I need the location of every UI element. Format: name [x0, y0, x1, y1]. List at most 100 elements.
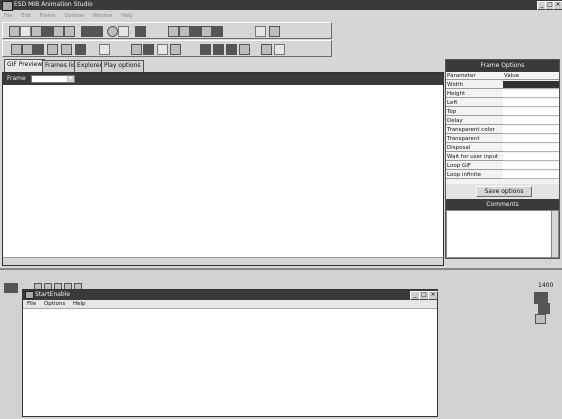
param-width[interactable]: Width [446, 81, 503, 89]
child-window-title: StartEnable [35, 291, 71, 298]
frame-options-title: Frame Options [446, 60, 559, 72]
settings-icon[interactable] [99, 44, 110, 55]
rotate-left-icon[interactable] [168, 26, 179, 37]
value-width[interactable] [503, 81, 559, 89]
first-frame-icon[interactable] [11, 44, 22, 55]
child-canvas[interactable] [23, 310, 437, 416]
align-right-icon[interactable] [226, 44, 237, 55]
palette-2-icon[interactable] [538, 303, 550, 314]
delete-icon[interactable] [135, 26, 146, 37]
frame-options-table: Parameter Value Width Height Left Top De… [446, 72, 559, 184]
frame-dropdown[interactable]: ▼ [31, 75, 75, 83]
param-wait-for-user-input[interactable]: Wait for user input [446, 153, 503, 161]
zoom-icon[interactable] [107, 26, 118, 37]
menu-window[interactable]: Window [93, 12, 113, 21]
help-icon[interactable] [118, 26, 129, 37]
menu-options[interactable]: Options [64, 12, 83, 21]
value-height[interactable] [503, 90, 559, 98]
child-close-button[interactable]: × [428, 291, 438, 300]
param-loop-gif[interactable]: Loop GIF [446, 162, 503, 170]
value-transparent-color[interactable] [503, 126, 559, 134]
print-icon[interactable] [42, 26, 53, 37]
close-button[interactable]: × [553, 1, 562, 10]
side-palette: 1400 [530, 282, 558, 327]
side-counter: 1400 [538, 282, 554, 289]
menu-help[interactable]: Help [121, 12, 132, 21]
param-loop-infinite[interactable]: Loop infinite [446, 171, 503, 179]
menu-bar: File Edit Frame Options Window Help [4, 11, 304, 20]
frame-remove-icon[interactable] [170, 44, 181, 55]
chevron-down-icon[interactable]: ▼ [67, 76, 74, 82]
menu-file[interactable]: File [4, 12, 12, 21]
preview-panel: Frame ▼ [2, 72, 444, 266]
col-parameter-header: Parameter [446, 72, 503, 80]
main-titlebar: ESD MIB Animation Studio _ □ × [0, 0, 562, 11]
comments-textarea[interactable] [446, 210, 559, 258]
optimize-icon[interactable] [239, 44, 250, 55]
menu-edit[interactable]: Edit [21, 12, 31, 21]
stop-icon[interactable] [47, 44, 58, 55]
child-app-icon[interactable] [25, 291, 34, 299]
palette-3-icon[interactable] [535, 314, 546, 324]
tools-icon[interactable] [269, 26, 280, 37]
save-icon[interactable] [31, 26, 42, 37]
comments-title-text: Comments [486, 201, 519, 208]
play-icon[interactable] [33, 44, 44, 55]
value-loop-gif[interactable] [503, 162, 559, 170]
param-disposal[interactable]: Disposal [446, 144, 503, 152]
child-window: StartEnable _ □ × File Options Help [22, 289, 438, 417]
value-transparent[interactable] [503, 135, 559, 143]
align-center-icon[interactable] [213, 44, 224, 55]
param-height[interactable]: Height [446, 90, 503, 98]
param-top[interactable]: Top [446, 108, 503, 116]
prev-frame-icon[interactable] [22, 44, 33, 55]
tab-gif-preview[interactable]: GIF Preview [4, 59, 46, 73]
param-delay[interactable]: Delay [446, 117, 503, 125]
import-icon[interactable] [53, 26, 64, 37]
copy-icon[interactable] [92, 26, 103, 37]
value-disposal[interactable] [503, 144, 559, 152]
align-left-icon[interactable] [200, 44, 211, 55]
app-icon[interactable] [2, 1, 13, 11]
open-icon[interactable] [20, 26, 31, 37]
value-loop-infinite[interactable] [503, 171, 559, 179]
flip-icon[interactable] [190, 26, 201, 37]
frame-options-panel: Frame Options Parameter Value Width Heig… [445, 59, 560, 259]
value-delay[interactable] [503, 117, 559, 125]
child-titlebar: StartEnable _ □ × [23, 290, 438, 300]
preview-header: Frame ▼ [3, 73, 443, 85]
preview-statusbar [3, 257, 443, 265]
frame-options-title-text: Frame Options [480, 62, 525, 69]
child-menu-help[interactable]: Help [73, 301, 86, 307]
save-options-button[interactable]: Save options [476, 186, 532, 197]
lower-tool-icon[interactable] [4, 283, 18, 293]
crop-icon[interactable] [212, 26, 223, 37]
param-transparent[interactable]: Transparent [446, 135, 503, 143]
last-frame-icon[interactable] [75, 44, 86, 55]
col-value-header: Value [503, 72, 559, 80]
preview-canvas[interactable] [3, 85, 443, 255]
comments-scrollbar[interactable] [551, 211, 558, 257]
param-left[interactable]: Left [446, 99, 503, 107]
value-left[interactable] [503, 99, 559, 107]
child-menu-file[interactable]: File [27, 301, 36, 307]
frame-duplicate-icon[interactable] [157, 44, 168, 55]
resize-icon[interactable] [201, 26, 212, 37]
window-title: ESD MIB Animation Studio [14, 1, 93, 8]
undo-icon[interactable] [261, 44, 272, 55]
child-menu-options[interactable]: Options [44, 301, 65, 307]
new-icon[interactable] [9, 26, 20, 37]
frame-add-icon[interactable] [131, 44, 142, 55]
next-frame-icon[interactable] [61, 44, 72, 55]
rotate-right-icon[interactable] [179, 26, 190, 37]
param-transparent-color[interactable]: Transparent color [446, 126, 503, 134]
export-icon[interactable] [64, 26, 75, 37]
frame-label: Frame [7, 75, 26, 82]
info-icon[interactable] [255, 26, 266, 37]
value-wait-for-user-input[interactable] [503, 153, 559, 161]
frame-insert-icon[interactable] [143, 44, 154, 55]
menu-frame[interactable]: Frame [40, 12, 56, 21]
redo-icon[interactable] [274, 44, 285, 55]
value-top[interactable] [503, 108, 559, 116]
cut-icon[interactable] [81, 26, 92, 37]
